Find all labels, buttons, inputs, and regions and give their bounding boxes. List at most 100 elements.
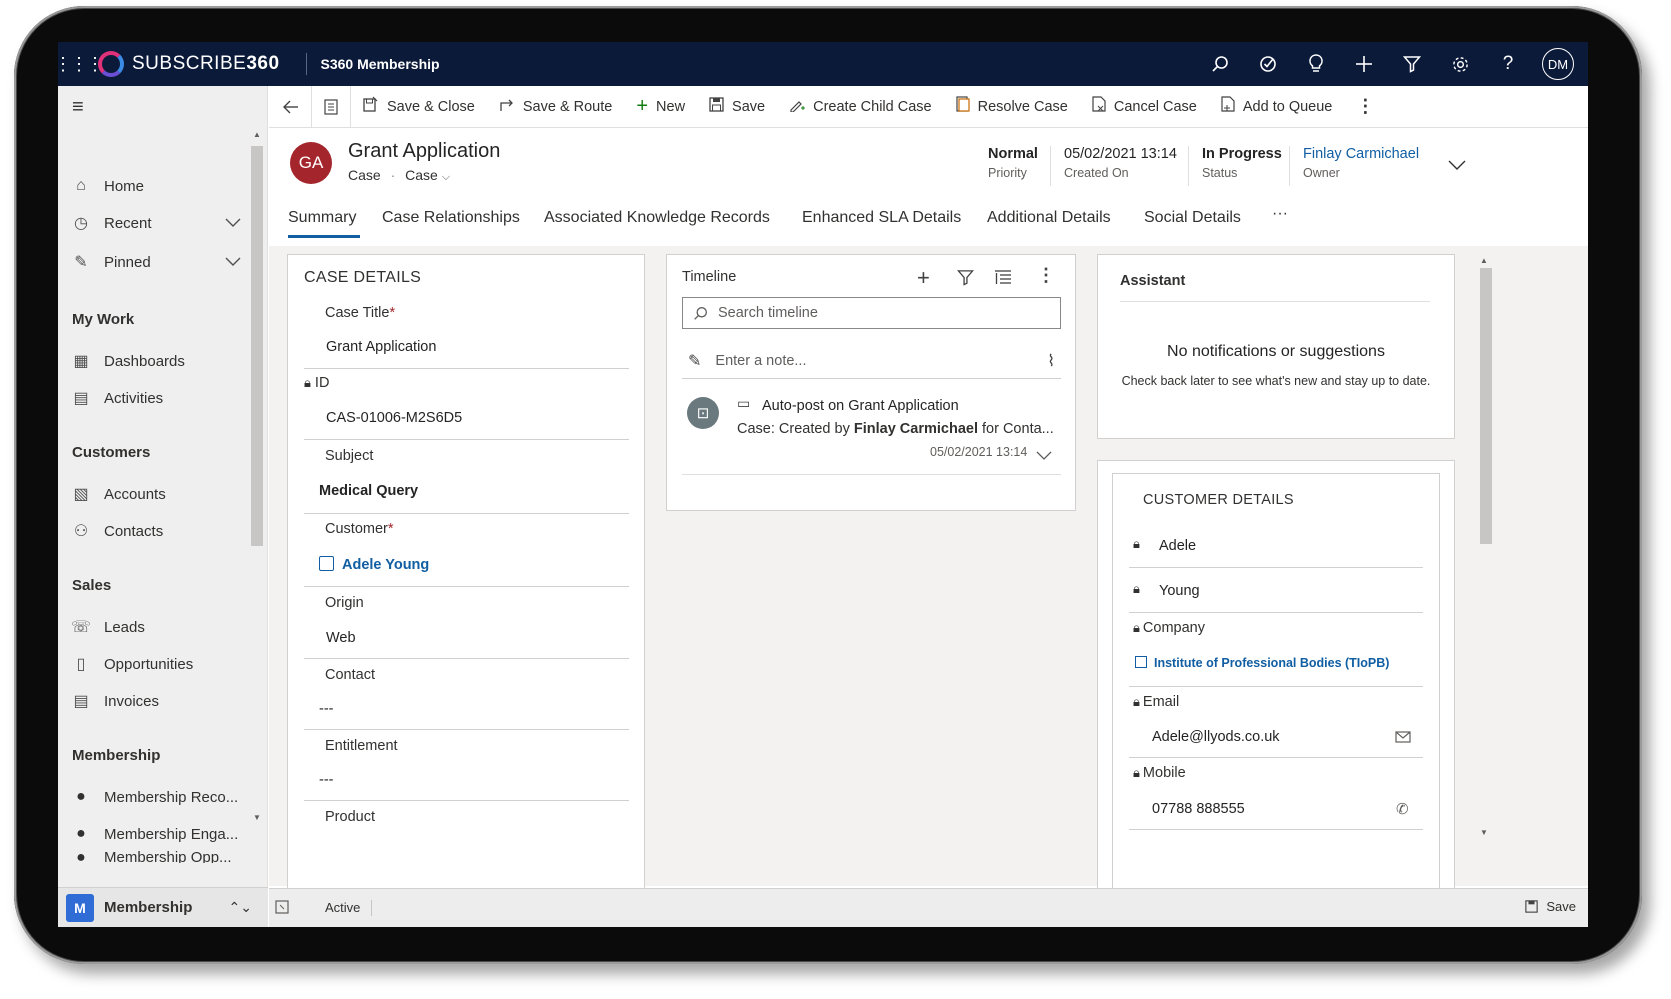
pencil-icon: ✎ [688, 352, 702, 370]
save-button[interactable]: Save [697, 86, 777, 128]
save-and-close-button[interactable]: Save & Close [351, 86, 487, 128]
timeline-more-icon[interactable]: ⋮ [1037, 265, 1055, 286]
create-child-case-button[interactable]: Create Child Case [777, 86, 943, 128]
owner-link[interactable]: Finlay Carmichael [1303, 146, 1419, 162]
opportunity-icon: ▯ [76, 656, 86, 673]
app-launcher-icon[interactable]: ⋮⋮⋮ [58, 42, 104, 86]
sidebar-item-leads[interactable]: ☏ Leads [58, 609, 253, 645]
sidebar-scrollbar-thumb[interactable] [251, 146, 263, 546]
tab-associated-knowledge-records[interactable]: Associated Knowledge Records [544, 209, 770, 227]
timeline-sort-icon[interactable] [994, 269, 1012, 290]
origin-field[interactable]: Web [326, 630, 356, 646]
topbar-divider [305, 53, 307, 75]
attachment-icon[interactable]: ⌇ [1047, 351, 1055, 371]
form-view-button[interactable] [312, 85, 351, 128]
lock-icon: 🔒︎ [1133, 536, 1140, 551]
save-and-route-button[interactable]: Save & Route [487, 86, 624, 128]
tab-more-overflow[interactable]: ··· [1272, 205, 1288, 223]
field-divider [1129, 567, 1423, 568]
entitlement-field[interactable]: --- [319, 772, 334, 788]
command-bar: Save & Close Save & Route + New Save Cre… [269, 85, 1588, 128]
chevron-down-icon[interactable] [1036, 447, 1052, 465]
sidebar-item-invoices[interactable]: ▤ Invoices [58, 683, 253, 719]
sidebar-item-membership-engagement[interactable]: ● Membership Enga... [58, 816, 253, 852]
timeline-add-icon[interactable]: + [917, 265, 930, 291]
more-commands-icon[interactable]: ⋮ [1344, 86, 1386, 128]
label-text: Mobile [1142, 765, 1186, 781]
brand-logo: SUBSCRIBE360 [98, 51, 280, 77]
field-divider [304, 439, 629, 440]
contact-card-icon [319, 556, 334, 571]
area-switcher[interactable]: M Membership ⌃⌄ [58, 887, 268, 927]
sidebar-item-activities[interactable]: ▤ Activities [58, 380, 253, 416]
scroll-up-arrow-icon[interactable]: ▲ [1480, 256, 1488, 265]
resolve-case-button[interactable]: Resolve Case [944, 86, 1080, 128]
gear-icon[interactable] [1436, 42, 1484, 86]
back-button[interactable] [269, 85, 312, 128]
sidebar-item-membership-records[interactable]: ● Membership Reco... [58, 779, 253, 815]
priority-value: Normal [988, 146, 1038, 162]
created-on-value: 05/02/2021 13:14 [1064, 146, 1177, 162]
tab-additional-details[interactable]: Additional Details [987, 209, 1111, 227]
sidebar-item-contacts[interactable]: ⚇ Contacts [58, 513, 253, 549]
tab-summary[interactable]: Summary [288, 209, 356, 227]
subject-field[interactable]: Medical Query [319, 483, 418, 499]
record-status: Active [325, 900, 361, 915]
timeline-filter-icon[interactable] [956, 269, 975, 291]
timeline-post-item[interactable]: ⊡ ▭ Auto-post on Grant Application Case:… [682, 389, 1061, 475]
scroll-up-arrow-icon[interactable]: ▲ [253, 130, 261, 139]
new-button[interactable]: + New [624, 86, 697, 128]
open-in-new-window-icon[interactable] [275, 900, 289, 917]
lightbulb-icon[interactable] [1292, 42, 1340, 86]
assistant-divider [1120, 301, 1430, 302]
statusbar-save-button[interactable]: Save [1525, 899, 1576, 914]
sidebar-item-home[interactable]: ⌂ Home [58, 168, 253, 204]
field-divider [304, 800, 629, 801]
form-status-bar: Active Save [269, 888, 1588, 927]
sidebar-item-label: Membership Opp... [104, 849, 232, 863]
help-icon[interactable]: ? [1484, 42, 1532, 86]
contact-field[interactable]: --- [319, 701, 334, 717]
scroll-down-arrow-icon[interactable]: ▼ [1480, 828, 1488, 837]
company-lookup-link[interactable]: Institute of Professional Bodies (TIoPB) [1135, 656, 1389, 670]
user-avatar[interactable]: DM [1532, 42, 1580, 86]
customer-details-section: CUSTOMER DETAILS 🔒︎ Adele 🔒︎ Young 🔒︎ Com… [1112, 473, 1440, 893]
task-check-icon[interactable] [1244, 42, 1292, 86]
form-selector[interactable]: Case ⌵ [405, 167, 450, 183]
sidebar-item-opportunities[interactable]: ▯ Opportunities [58, 646, 253, 682]
sidebar-item-dashboards[interactable]: ▦ Dashboards [58, 343, 253, 379]
tab-social-details[interactable]: Social Details [1144, 209, 1241, 227]
hamburger-menu-icon[interactable]: ≡ [72, 96, 84, 119]
company-label: 🔒︎ Company [1133, 620, 1205, 636]
brand-suffix: 360 [246, 53, 280, 74]
sidebar-item-accounts[interactable]: ▧ Accounts [58, 476, 253, 512]
chevron-down-icon[interactable] [225, 215, 241, 231]
sidebar-item-recent[interactable]: ◷ Recent [58, 205, 253, 241]
record-avatar: GA [290, 142, 332, 184]
cancel-case-button[interactable]: Cancel Case [1080, 86, 1209, 128]
main-scrollbar-thumb[interactable] [1480, 268, 1492, 544]
send-email-icon[interactable] [1395, 730, 1411, 749]
phone-call-icon[interactable]: ✆ [1396, 800, 1409, 818]
tab-case-relationships[interactable]: Case Relationships [382, 209, 520, 227]
chevron-down-icon[interactable] [225, 254, 241, 270]
filter-icon[interactable] [1388, 42, 1436, 86]
case-details-section: CASE DETAILS Case Title* Grant Applicati… [287, 254, 645, 894]
timeline-note-input[interactable]: ✎ Enter a note... ⌇ [682, 343, 1061, 379]
sidebar-item-pinned[interactable]: ✎ Pinned [58, 244, 253, 280]
plus-icon[interactable] [1340, 42, 1388, 86]
header-expand-chevron-icon[interactable] [1448, 154, 1466, 175]
sidebar-item-label: Activities [104, 389, 164, 407]
lock-icon: 🔒︎ [1133, 765, 1140, 780]
button-label: Save [732, 98, 766, 115]
case-title-field[interactable]: Grant Application [326, 339, 436, 355]
clipboard-icon: ▤ [73, 390, 89, 407]
timeline-search-input[interactable]: Search timeline [682, 297, 1061, 329]
tab-enhanced-sla-details[interactable]: Enhanced SLA Details [802, 209, 961, 227]
add-to-queue-button[interactable]: Add to Queue [1209, 86, 1345, 128]
sidebar-item-membership-opportunities[interactable]: ● Membership Opp... [58, 849, 253, 863]
scroll-down-arrow-icon[interactable]: ▼ [253, 813, 261, 822]
search-icon[interactable] [1196, 42, 1244, 86]
app-name[interactable]: S360 Membership [321, 56, 440, 72]
customer-lookup-link[interactable]: Adele Young [319, 556, 429, 573]
